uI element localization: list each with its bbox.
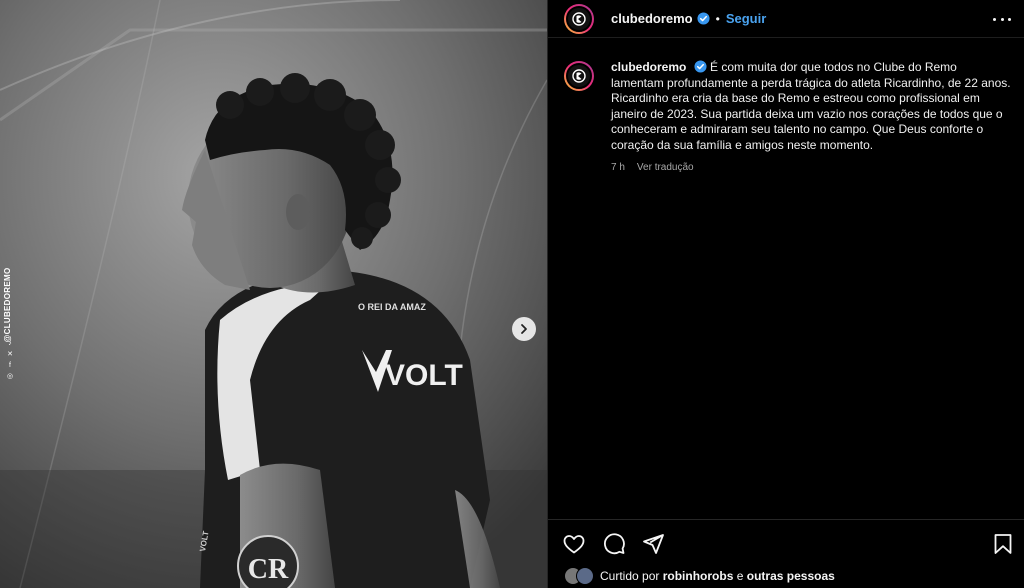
instagram-icon: ◎ [6,373,14,380]
bookmark-icon[interactable] [991,532,1015,556]
caption-block: clubedoremo É com muita dor que todos no… [564,60,1014,175]
translate-link[interactable]: Ver tradução [637,162,694,173]
club-badge-letters: CR [248,554,289,585]
caption-text: clubedoremo É com muita dor que todos no… [611,60,1011,175]
facebook-icon: f [9,362,11,369]
avatar[interactable] [564,3,594,34]
athlete-photo: O REI DA AMAZ VOLT CR VOLT [0,0,547,588]
caption-meta: 7 h Ver tradução [611,160,1011,176]
liked-by: Curtido por robinhorobs e outras pessoas [564,566,835,586]
verified-badge-icon [694,60,707,73]
more-dot-icon [1000,17,1004,21]
heart-icon[interactable] [562,532,586,556]
liked-by-prefix: Curtido por [600,569,660,583]
post-photo[interactable]: O REI DA AMAZ VOLT CR VOLT @CLUBEDOREMO … [0,0,547,588]
caption-username[interactable]: clubedoremo [611,60,686,74]
more-options-button[interactable] [993,10,1011,28]
liked-by-others[interactable]: outras pessoas [747,569,835,583]
side-social-icons: ♪ ✕ f ◎ [5,340,15,381]
jersey-brand-text: VOLT [385,359,463,392]
post-panel: clubedoremo • Seguir clubedoremo É com m… [547,0,1024,588]
liked-by-user[interactable]: robinhorobs [663,569,734,583]
x-icon: ✕ [7,351,13,358]
verified-badge-icon [697,12,710,25]
send-icon[interactable] [641,532,665,556]
separator-dot: • [715,11,720,26]
liked-by-connector: e [736,569,744,583]
more-dot-icon [993,17,996,21]
tiktok-icon: ♪ [8,340,12,347]
liker-avatars[interactable] [564,567,594,585]
club-logo-icon [572,69,586,83]
caption-avatar[interactable] [564,61,594,91]
action-bar [548,519,1024,559]
avatar[interactable] [576,567,594,585]
next-photo-button[interactable] [512,317,536,341]
more-dot-icon [1008,17,1011,21]
follow-button[interactable]: Seguir [726,11,766,26]
chevron-right-icon [521,324,527,334]
post-header: clubedoremo • Seguir [548,0,1024,38]
post-username[interactable]: clubedoremo [611,11,693,26]
jersey-top-text: O REI DA AMAZ [358,302,426,312]
comment-icon[interactable] [602,532,626,556]
caption-line-2: Ricardinho era cria da base do Remo e es… [611,91,1003,152]
post-time[interactable]: 7 h [611,162,625,173]
club-logo-icon [572,11,586,26]
